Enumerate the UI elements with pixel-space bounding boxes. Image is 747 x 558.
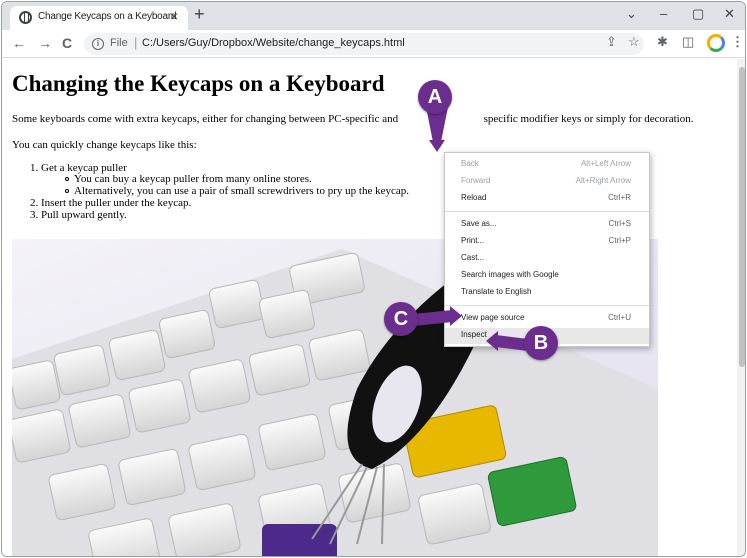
intro-text: Some keyboards come with extra keycaps, …	[12, 113, 399, 125]
lead-paragraph: You can quickly change keycaps like this…	[12, 139, 197, 151]
callout-c: C	[384, 302, 418, 336]
menu-item-reload[interactable]: Reload Ctrl+R	[445, 191, 649, 207]
menu-item-save-as[interactable]: Save as... Ctrl+S	[445, 217, 649, 233]
sidepanel-icon[interactable]: ◫	[682, 35, 694, 49]
menu-item-print[interactable]: Print... Ctrl+P	[445, 234, 649, 250]
menu-item-search-images[interactable]: Search images with Google	[445, 268, 649, 284]
extensions-icon[interactable]: ✱	[657, 35, 668, 49]
url-text[interactable]: C:/Users/Guy/Dropbox/Website/change_keyc…	[142, 37, 405, 49]
url-scheme: File	[110, 37, 128, 49]
vertical-scrollbar[interactable]	[737, 59, 745, 556]
reload-button[interactable]: C	[62, 36, 72, 50]
back-button[interactable]: ←	[12, 36, 26, 50]
browser-toolbar: ← → C i File | C:/Users/Guy/Dropbox/Webs…	[2, 30, 745, 58]
menu-item-translate[interactable]: Translate to English	[445, 285, 649, 301]
context-menu: Back Alt+Left Arrow Forward Alt+Right Ar…	[444, 152, 650, 347]
sub-list-item: You can buy a keycap puller from many on…	[74, 173, 312, 185]
list-item: 3. Pull upward gently.	[30, 209, 127, 221]
maximize-button[interactable]: ▢	[692, 6, 704, 22]
bullet	[65, 177, 69, 181]
menu-item-view-source[interactable]: View page source Ctrl+U	[445, 311, 649, 327]
menu-item-cast[interactable]: Cast...	[445, 251, 649, 267]
menu-divider	[445, 305, 649, 306]
bullet	[65, 189, 69, 193]
page-heading: Changing the Keycaps on a Keyboard	[12, 71, 385, 96]
close-tab-icon[interactable]: ×	[170, 9, 178, 23]
close-window-button[interactable]: ✕	[724, 6, 735, 22]
intro-paragraph: Some keyboards come with extra keycaps, …	[12, 113, 693, 125]
tab-active[interactable]: Change Keycaps on a Keyboard ×	[10, 6, 188, 30]
globe-icon	[19, 11, 32, 24]
url-separator: |	[134, 35, 138, 50]
list-item: 2. Insert the puller under the keycap.	[30, 197, 192, 209]
menu-item-back[interactable]: Back Alt+Left Arrow	[445, 157, 649, 173]
info-icon[interactable]: i	[92, 38, 104, 50]
forward-button[interactable]: →	[38, 36, 52, 50]
browser-window: Change Keycaps on a Keyboard × + ⌄ – ▢ ✕…	[1, 1, 746, 557]
tab-strip: Change Keycaps on a Keyboard × + ⌄ – ▢ ✕	[2, 2, 745, 30]
share-icon[interactable]: ⇪	[606, 35, 617, 49]
callout-a: A	[418, 80, 452, 114]
star-icon[interactable]: ☆	[628, 35, 640, 49]
address-bar[interactable]: i File | C:/Users/Guy/Dropbox/Website/ch…	[84, 33, 644, 55]
menu-divider	[445, 211, 649, 212]
intro-text-tail: specific modifier keys or simply for dec…	[483, 113, 694, 125]
menu-icon[interactable]: ⋮	[731, 35, 744, 49]
callout-b: B	[524, 326, 558, 360]
tab-search-icon[interactable]: ⌄	[626, 6, 637, 22]
minimize-button[interactable]: –	[660, 6, 667, 21]
tab-title: Change Keycaps on a Keyboard	[38, 11, 177, 22]
menu-item-forward[interactable]: Forward Alt+Right Arrow	[445, 174, 649, 190]
profile-avatar[interactable]	[707, 34, 725, 52]
scroll-thumb[interactable]	[739, 67, 745, 367]
new-tab-button[interactable]: +	[194, 5, 205, 23]
sub-list-item: Alternatively, you can use a pair of sma…	[74, 185, 409, 197]
